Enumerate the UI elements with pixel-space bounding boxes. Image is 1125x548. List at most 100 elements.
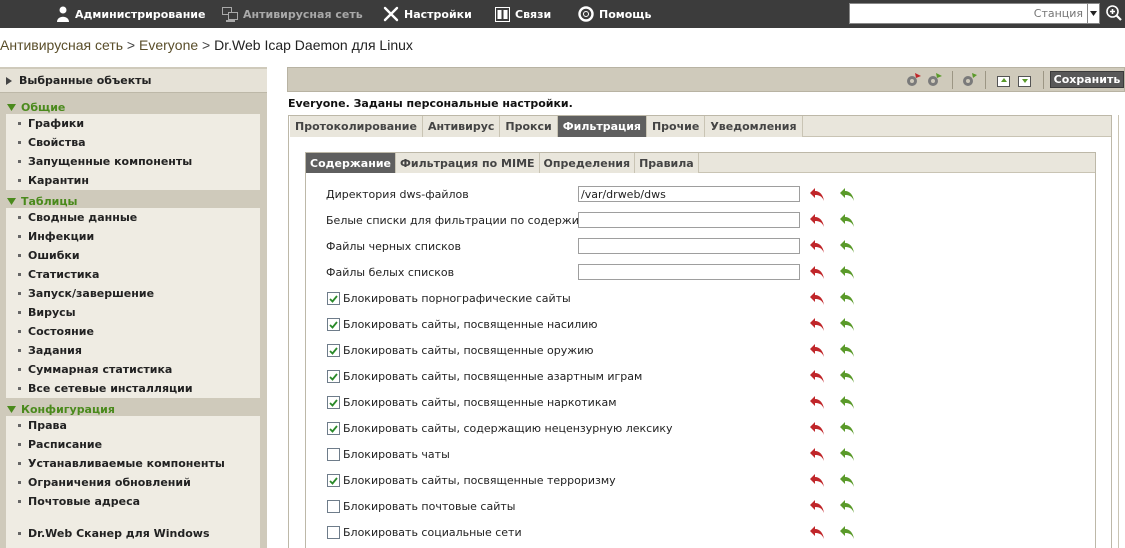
sidebar-item-total-statistics[interactable]: Суммарная статистика: [18, 360, 172, 379]
breadcrumb-antivirus-network[interactable]: Антивирусная сеть: [0, 37, 123, 53]
setting-checkbox[interactable]: [327, 318, 340, 331]
sidebar-section-tables[interactable]: Таблицы: [7, 193, 77, 209]
breadcrumb-everyone[interactable]: Everyone: [139, 37, 198, 53]
default-arrow-icon[interactable]: [839, 369, 855, 384]
default-arrow-icon[interactable]: [839, 317, 855, 332]
zoom-in-button[interactable]: [1106, 5, 1122, 24]
reset-arrow-icon[interactable]: [809, 525, 825, 540]
dws-directory-input[interactable]: [578, 186, 800, 202]
reset-arrow-icon[interactable]: [809, 239, 825, 254]
sidebar-item-drweb-scanner-windows[interactable]: Dr.Web Сканер для Windows: [18, 524, 210, 543]
setting-label: Блокировать социальные сети: [343, 526, 522, 539]
setting-checkbox[interactable]: [327, 396, 340, 409]
reset-arrow-icon[interactable]: [809, 343, 825, 358]
menu-settings[interactable]: Настройки: [383, 4, 472, 24]
setting-checkbox[interactable]: [327, 500, 340, 513]
tab-rules[interactable]: Правила: [635, 153, 699, 173]
search-dropdown-button[interactable]: [1087, 4, 1099, 23]
bullet-icon: [18, 235, 21, 238]
sidebar-item-viruses[interactable]: Вирусы: [18, 303, 76, 322]
sidebar-section-title: Таблицы: [21, 194, 78, 208]
setting-checkbox[interactable]: [327, 370, 340, 383]
sidebar-selected-objects[interactable]: Выбранные объекты: [0, 69, 267, 93]
sidebar-item-statistics[interactable]: Статистика: [18, 265, 99, 284]
reset-arrow-icon[interactable]: [809, 395, 825, 410]
reset-arrow-icon[interactable]: [809, 317, 825, 332]
reset-arrow-icon[interactable]: [809, 447, 825, 462]
sidebar-item-mail-addresses[interactable]: Почтовые адреса: [18, 492, 140, 511]
setting-row-checkbox: Блокировать сайты, посвященные насилию: [306, 314, 1086, 336]
default-arrow-icon[interactable]: [839, 525, 855, 540]
reset-arrow-icon[interactable]: [809, 187, 825, 202]
tab-antivirus[interactable]: Антивирус: [422, 116, 501, 137]
tab-notifications[interactable]: Уведомления: [705, 116, 803, 137]
export-icon[interactable]: [995, 72, 1013, 88]
sidebar-item-all-network-installs[interactable]: Все сетевые инсталляции: [18, 379, 193, 398]
sidebar-item-errors[interactable]: Ошибки: [18, 246, 80, 265]
default-arrow-icon[interactable]: [839, 291, 855, 306]
sidebar-item-update-restrictions[interactable]: Ограничения обновлений: [18, 473, 191, 492]
sidebar-item-installable-components[interactable]: Устанавливаемые компоненты: [18, 454, 225, 473]
sidebar-item-quarantine[interactable]: Карантин: [18, 171, 89, 190]
scrollbar[interactable]: [1113, 115, 1125, 548]
menu-help[interactable]: Помощь: [578, 4, 651, 24]
sidebar-item-label: Инфекции: [28, 230, 95, 243]
sidebar-item-tasks[interactable]: Задания: [18, 341, 82, 360]
tab-filtering[interactable]: Фильтрация: [557, 116, 647, 137]
default-arrow-icon[interactable]: [839, 239, 855, 254]
default-arrow-icon[interactable]: [839, 473, 855, 488]
blacklist-files-input[interactable]: [578, 238, 800, 254]
setting-checkbox[interactable]: [327, 344, 340, 357]
default-arrow-icon[interactable]: [839, 499, 855, 514]
save-button[interactable]: Сохранить: [1050, 71, 1124, 88]
menu-antivirus-network[interactable]: Антивирусная сеть: [222, 4, 363, 24]
propagate-settings-icon[interactable]: [960, 72, 978, 88]
default-arrow-icon[interactable]: [839, 265, 855, 280]
sidebar-section-configuration[interactable]: Конфигурация: [7, 401, 115, 417]
tab-proxy[interactable]: Прокси: [500, 116, 558, 137]
default-settings-icon[interactable]: [926, 72, 944, 88]
sidebar-item-graphs[interactable]: Графики: [18, 114, 84, 133]
content-whitelists-input[interactable]: [578, 212, 800, 228]
sidebar-item-schedule[interactable]: Расписание: [18, 435, 102, 454]
setting-checkbox[interactable]: [327, 526, 340, 539]
default-arrow-icon[interactable]: [839, 187, 855, 202]
setting-checkbox[interactable]: [327, 292, 340, 305]
sidebar-item-properties[interactable]: Свойства: [18, 133, 86, 152]
sidebar-item-start-stop[interactable]: Запуск/завершение: [18, 284, 154, 303]
reset-arrow-icon[interactable]: [809, 369, 825, 384]
tab-logging[interactable]: Протоколирование: [290, 116, 423, 137]
import-icon[interactable]: [1016, 72, 1034, 88]
tab-other[interactable]: Прочие: [646, 116, 706, 137]
tab-content[interactable]: Содержание: [306, 153, 396, 173]
setting-row-checkbox: Блокировать порнографические сайты: [306, 288, 1086, 310]
reset-arrow-icon[interactable]: [809, 213, 825, 228]
default-arrow-icon[interactable]: [839, 395, 855, 410]
sidebar-item-rights[interactable]: Права: [18, 416, 67, 435]
reset-arrow-icon[interactable]: [809, 265, 825, 280]
reset-arrow-icon[interactable]: [809, 291, 825, 306]
sidebar-section-general[interactable]: Общие: [7, 99, 65, 115]
default-arrow-icon[interactable]: [839, 213, 855, 228]
toolbar: [287, 67, 1125, 92]
default-arrow-icon[interactable]: [839, 447, 855, 462]
sidebar-item-status[interactable]: Состояние: [18, 322, 94, 341]
default-arrow-icon[interactable]: [839, 343, 855, 358]
reset-settings-icon[interactable]: [905, 72, 923, 88]
reset-arrow-icon[interactable]: [809, 421, 825, 436]
menu-links[interactable]: Связи: [495, 4, 551, 24]
sidebar-item-running-components[interactable]: Запущенные компоненты: [18, 152, 192, 171]
whitelist-files-input[interactable]: [578, 264, 800, 280]
menu-administration[interactable]: Администрирование: [56, 4, 205, 24]
station-search-input[interactable]: [850, 4, 1088, 23]
setting-checkbox[interactable]: [327, 474, 340, 487]
setting-checkbox[interactable]: [327, 422, 340, 435]
tab-definitions[interactable]: Определения: [539, 153, 636, 173]
reset-arrow-icon[interactable]: [809, 473, 825, 488]
sidebar-item-infections[interactable]: Инфекции: [18, 227, 94, 246]
default-arrow-icon[interactable]: [839, 421, 855, 436]
setting-checkbox[interactable]: [327, 448, 340, 461]
tab-mime-filtering[interactable]: Фильтрация по MIME: [396, 153, 540, 173]
reset-arrow-icon[interactable]: [809, 499, 825, 514]
sidebar-item-summary-data[interactable]: Сводные данные: [18, 208, 137, 227]
